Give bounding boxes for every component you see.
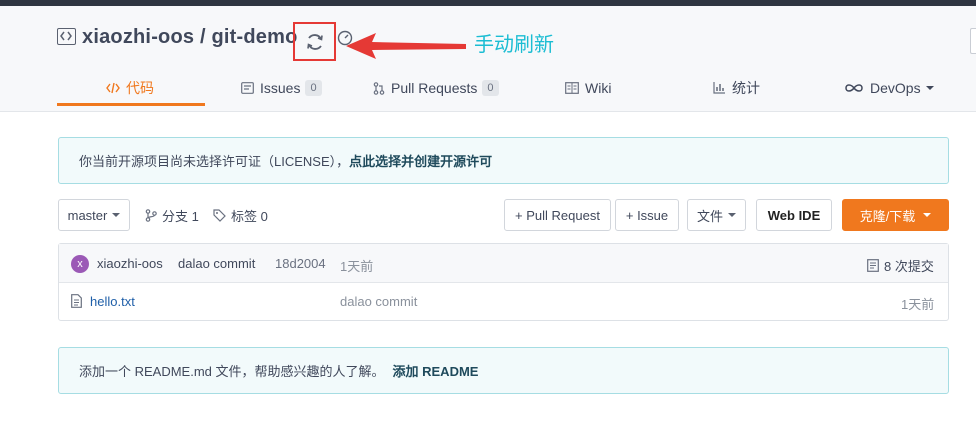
file-commit-message[interactable]: dalao commit (340, 294, 417, 309)
chevron-down-icon (923, 213, 932, 217)
tab-label: 统计 (732, 80, 760, 96)
file-commit-time: 1天前 (901, 297, 935, 312)
create-license-link[interactable]: 点此选择并创建开源许可 (349, 151, 492, 170)
branch-select-value: master (67, 207, 108, 223)
branches-link[interactable]: 分支 1 (145, 206, 199, 225)
repo-title[interactable]: xiaozhi-oos / git-demo (82, 26, 298, 49)
file-menu-button[interactable]: 文件 (687, 199, 746, 231)
branches-label: 分支 1 (162, 209, 199, 224)
tab-code[interactable]: 代码 (106, 70, 154, 106)
clone-download-label: 克隆/下载 (859, 208, 916, 224)
commit-time: 1天前 (340, 259, 374, 274)
refresh-icon (307, 34, 323, 50)
branch-icon (145, 209, 157, 222)
issues-icon (241, 82, 254, 94)
commit-author[interactable]: xiaozhi-oos (97, 256, 163, 271)
tab-issues[interactable]: Issues 0 (241, 70, 322, 106)
file-table: x xiaozhi-oos dalao commit 18d2004 1天前 8… (58, 243, 949, 321)
table-row: hello.txt dalao commit 1天前 (59, 283, 948, 320)
last-commit-row: x xiaozhi-oos dalao commit 18d2004 1天前 8… (59, 244, 948, 283)
tag-icon (213, 209, 226, 222)
pull-requests-count-badge: 0 (482, 80, 499, 96)
wiki-icon (565, 82, 579, 94)
readme-notice: 添加一个 README.md 文件，帮助感兴趣的人了解。 添加 README (58, 347, 949, 394)
branch-select[interactable]: master (58, 199, 130, 231)
infinity-icon (844, 83, 864, 93)
tab-label: Pull Requests (391, 80, 478, 96)
readme-notice-text: 添加一个 README.md 文件，帮助感兴趣的人了解。 (79, 364, 385, 379)
tab-label: Issues (260, 80, 301, 96)
file-icon (71, 294, 82, 308)
tab-label: 代码 (126, 80, 154, 96)
pull-request-icon (373, 81, 385, 95)
commits-count: 8 次提交 (884, 259, 934, 274)
license-notice-text: 你当前开源项目尚未选择许可证（LICENSE）， (79, 154, 350, 169)
chevron-down-icon (728, 213, 736, 217)
chevron-down-icon (925, 86, 934, 90)
add-readme-link[interactable]: 添加 README (393, 361, 479, 380)
clone-download-button[interactable]: 克隆/下载 (842, 199, 949, 231)
annotation-label: 手动刷新 (474, 34, 554, 56)
annotation-arrow (346, 33, 466, 59)
new-issue-button[interactable]: + Issue (615, 199, 679, 231)
new-pull-request-button[interactable]: + Pull Request (504, 199, 611, 231)
chart-icon (713, 82, 726, 94)
commit-hash[interactable]: 18d2004 (275, 256, 326, 271)
license-notice: 你当前开源项目尚未选择许可证（LICENSE）， 点此选择并创建开源许可 (58, 137, 949, 184)
tab-statistics[interactable]: 统计 (713, 70, 760, 106)
chevron-down-icon (112, 213, 121, 217)
tags-label: 标签 0 (231, 209, 268, 224)
commits-icon (867, 259, 879, 272)
refresh-button[interactable] (293, 22, 336, 61)
file-name-link[interactable]: hello.txt (90, 294, 135, 309)
tab-pull-requests[interactable]: Pull Requests 0 (373, 70, 499, 106)
header-action-button[interactable] (970, 28, 976, 54)
repo-icon (57, 28, 76, 45)
active-tab-indicator (57, 103, 205, 106)
tab-label: DevOps (870, 80, 921, 96)
tab-label: Wiki (585, 80, 612, 96)
code-icon (106, 82, 120, 94)
commits-link[interactable]: 8 次提交 (867, 256, 934, 275)
avatar[interactable]: x (71, 255, 89, 273)
commit-message[interactable]: dalao commit (178, 256, 255, 271)
file-menu-label: 文件 (696, 208, 723, 224)
repo-tabs: 代码 Issues 0 Pull Requests 0 Wiki 统计 DevO… (0, 70, 976, 106)
issues-count-badge: 0 (305, 80, 322, 96)
tab-wiki[interactable]: Wiki (565, 70, 611, 106)
tab-devops[interactable]: DevOps (844, 70, 934, 106)
web-ide-button[interactable]: Web IDE (756, 199, 832, 231)
tags-link[interactable]: 标签 0 (213, 206, 268, 225)
